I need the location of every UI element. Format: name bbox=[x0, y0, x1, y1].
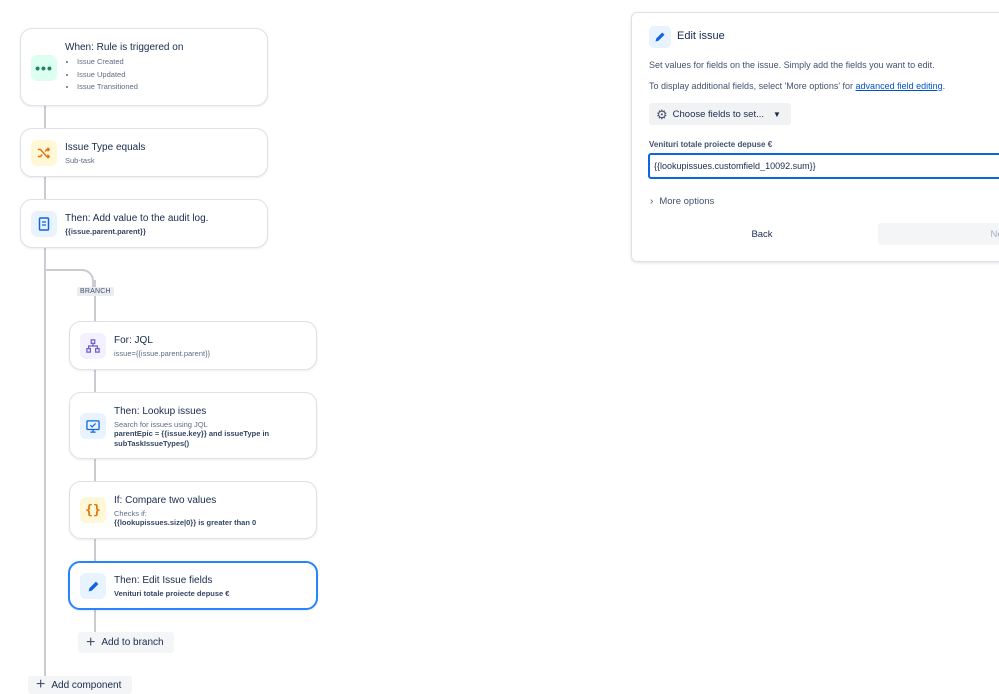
compare-title: If: Compare two values bbox=[114, 495, 217, 506]
panel-title: Edit issue bbox=[677, 30, 725, 42]
chevron-right-icon: › bbox=[650, 196, 654, 207]
condition-card[interactable]: Issue Type equals Sub-task bbox=[20, 128, 268, 177]
add-component-label: Add component bbox=[51, 679, 122, 691]
trigger-icon: ••• bbox=[31, 55, 57, 81]
compare-expression: {{lookupissues.size|0}} is greater than … bbox=[114, 518, 257, 527]
lookup-jql: parentEpic = {{issue.key}} and issueType… bbox=[114, 429, 270, 448]
condition-sub: Sub-task bbox=[65, 156, 95, 165]
condition-title: Issue Type equals bbox=[65, 142, 146, 153]
add-to-branch-button[interactable]: + Add to branch bbox=[78, 632, 174, 653]
choose-fields-button[interactable]: ⚙ Choose fields to set... ▼ bbox=[649, 103, 791, 125]
monitor-icon bbox=[80, 413, 106, 439]
plus-icon: + bbox=[36, 676, 46, 693]
choose-fields-label: Choose fields to set... bbox=[672, 108, 765, 120]
panel-description: Set values for fields on the issue. Simp… bbox=[649, 60, 935, 70]
audit-log-card[interactable]: Then: Add value to the audit log. {{issu… bbox=[20, 199, 268, 248]
lookup-title: Then: Lookup issues bbox=[114, 406, 207, 417]
more-options-toggle[interactable]: › More options bbox=[650, 196, 714, 207]
for-jql-sub: issue={{issue.parent.parent}} bbox=[114, 349, 211, 358]
pencil-icon bbox=[649, 26, 671, 48]
connector-branch-curve bbox=[74, 269, 94, 287]
trigger-event: Issue Created bbox=[77, 56, 138, 69]
advanced-field-editing-link[interactable]: advanced field editing bbox=[856, 81, 943, 91]
edit-issue-fields-card[interactable]: Then: Edit Issue fields Venituri totale … bbox=[68, 561, 318, 610]
for-jql-card[interactable]: For: JQL issue={{issue.parent.parent}} bbox=[69, 321, 317, 370]
compare-values-card[interactable]: {} If: Compare two values Checks if: {{l… bbox=[69, 481, 317, 539]
plus-icon: + bbox=[86, 633, 96, 651]
pencil-icon bbox=[80, 573, 106, 599]
lookup-issues-card[interactable]: Then: Lookup issues Search for issues us… bbox=[69, 392, 317, 459]
trigger-event: Issue Transitioned bbox=[77, 81, 138, 94]
for-jql-title: For: JQL bbox=[114, 335, 153, 346]
chevron-down-icon: ▼ bbox=[773, 109, 781, 119]
hierarchy-icon bbox=[80, 333, 106, 359]
add-to-branch-label: Add to branch bbox=[101, 637, 164, 648]
edit-title: Then: Edit Issue fields bbox=[114, 575, 213, 586]
branch-tag: BRANCH bbox=[77, 287, 114, 296]
document-icon bbox=[31, 211, 57, 237]
edit-sub: Venituri totale proiecte depuse € bbox=[114, 589, 230, 598]
braces-icon: {} bbox=[80, 497, 106, 523]
gear-icon: ⚙ bbox=[656, 106, 668, 122]
shuffle-icon bbox=[31, 140, 57, 166]
add-component-button[interactable]: + Add component bbox=[28, 676, 132, 694]
edit-issue-panel: Edit issue Set values for fields on the … bbox=[631, 12, 999, 262]
trigger-event: Issue Updated bbox=[77, 69, 138, 82]
audit-title: Then: Add value to the audit log. bbox=[65, 213, 209, 224]
field-label: Venituri totale proiecte depuse € bbox=[649, 140, 773, 149]
back-button[interactable]: Back bbox=[649, 223, 875, 245]
next-button[interactable]: Next bbox=[878, 223, 999, 245]
trigger-card[interactable]: ••• When: Rule is triggered on Issue Cre… bbox=[20, 28, 268, 106]
more-options-label: More options bbox=[659, 196, 715, 207]
connector-main bbox=[44, 106, 46, 692]
field-value-input[interactable] bbox=[648, 153, 999, 179]
panel-help-text: To display additional fields, select 'Mo… bbox=[649, 81, 946, 91]
audit-sub: {{issue.parent.parent}} bbox=[65, 227, 146, 236]
trigger-event-list: Issue Created Issue Updated Issue Transi… bbox=[65, 56, 138, 94]
trigger-title: When: Rule is triggered on bbox=[65, 42, 184, 53]
